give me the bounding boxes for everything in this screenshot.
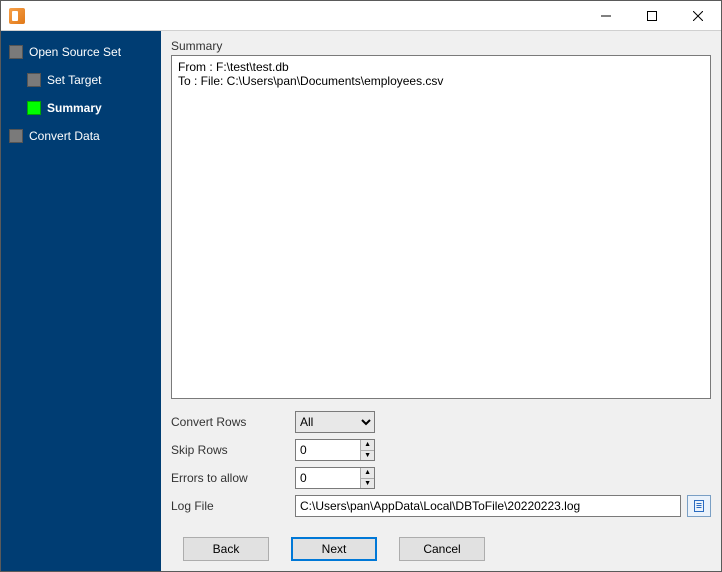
- main-panel: Summary From : F:\test\test.db To : File…: [161, 31, 721, 571]
- sidebar-step-summary[interactable]: Summary: [25, 97, 155, 119]
- step-label: Open Source Set: [29, 45, 121, 59]
- step-marker-icon: [27, 101, 41, 115]
- errors-allow-row: Errors to allow ▲ ▼: [171, 467, 711, 489]
- app-window: Open Source Set Set Target Summary Conve…: [0, 0, 722, 572]
- convert-rows-row: Convert Rows All: [171, 411, 711, 433]
- titlebar: [1, 1, 721, 31]
- log-file-row: Log File: [171, 495, 711, 517]
- errors-allow-label: Errors to allow: [171, 471, 295, 485]
- convert-rows-select[interactable]: All: [295, 411, 375, 433]
- cancel-button[interactable]: Cancel: [399, 537, 485, 561]
- spinner-up-icon[interactable]: ▲: [361, 440, 374, 451]
- skip-rows-input[interactable]: [296, 440, 360, 460]
- spinner-up-icon[interactable]: ▲: [361, 468, 374, 479]
- step-label: Summary: [47, 101, 102, 115]
- back-button[interactable]: Back: [183, 537, 269, 561]
- sidebar-step-set-target[interactable]: Set Target: [25, 69, 155, 91]
- step-marker-icon: [9, 45, 23, 59]
- maximize-button[interactable]: [629, 1, 675, 31]
- log-file-input[interactable]: [295, 495, 681, 517]
- document-icon: [692, 499, 706, 513]
- step-label: Convert Data: [29, 129, 100, 143]
- log-file-label: Log File: [171, 499, 295, 513]
- convert-rows-label: Convert Rows: [171, 415, 295, 429]
- close-button[interactable]: [675, 1, 721, 31]
- summary-textarea[interactable]: From : F:\test\test.db To : File: C:\Use…: [171, 55, 711, 399]
- skip-rows-label: Skip Rows: [171, 443, 295, 457]
- step-marker-icon: [27, 73, 41, 87]
- sidebar-step-convert-data[interactable]: Convert Data: [7, 125, 155, 147]
- skip-rows-spinner[interactable]: ▲ ▼: [295, 439, 375, 461]
- log-file-browse-button[interactable]: [687, 495, 711, 517]
- next-button[interactable]: Next: [291, 537, 377, 561]
- wizard-sidebar: Open Source Set Set Target Summary Conve…: [1, 31, 161, 571]
- step-label: Set Target: [47, 73, 101, 87]
- wizard-footer: Back Next Cancel: [171, 537, 711, 561]
- app-icon: [9, 8, 25, 24]
- spinner-down-icon[interactable]: ▼: [361, 479, 374, 489]
- sidebar-step-open-source-set[interactable]: Open Source Set: [7, 41, 155, 63]
- skip-rows-row: Skip Rows ▲ ▼: [171, 439, 711, 461]
- step-marker-icon: [9, 129, 23, 143]
- errors-allow-spinner[interactable]: ▲ ▼: [295, 467, 375, 489]
- spinner-down-icon[interactable]: ▼: [361, 451, 374, 461]
- minimize-button[interactable]: [583, 1, 629, 31]
- summary-title: Summary: [171, 39, 711, 53]
- errors-allow-input[interactable]: [296, 468, 360, 488]
